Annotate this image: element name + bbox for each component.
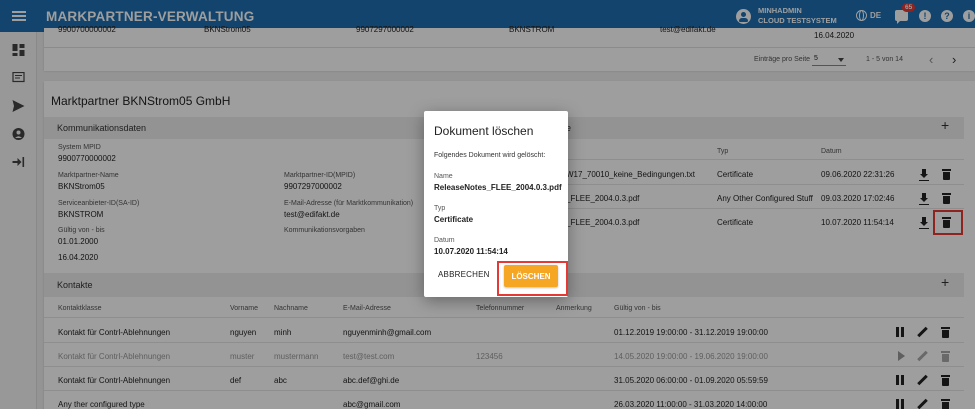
dialog-type-label: Typ <box>434 205 446 212</box>
delete-highlight-box <box>497 261 568 296</box>
dialog-name-label: Name <box>434 173 453 180</box>
dialog-description: Folgendes Dokument wird gelöscht: <box>434 152 546 159</box>
cancel-button[interactable]: ABBRECHEN <box>438 270 490 279</box>
dialog-date-label: Datum <box>434 237 455 244</box>
dialog-date-value: 10.07.2020 11:54:14 <box>434 247 508 256</box>
dialog-type-value: Certificate <box>434 215 474 224</box>
delete-document-dialog: Dokument löschen Folgendes Dokument wird… <box>424 111 568 297</box>
dialog-title: Dokument löschen <box>434 124 534 138</box>
dialog-name-value: ReleaseNotes_FLEE_2004.0.3.pdf <box>434 183 562 192</box>
